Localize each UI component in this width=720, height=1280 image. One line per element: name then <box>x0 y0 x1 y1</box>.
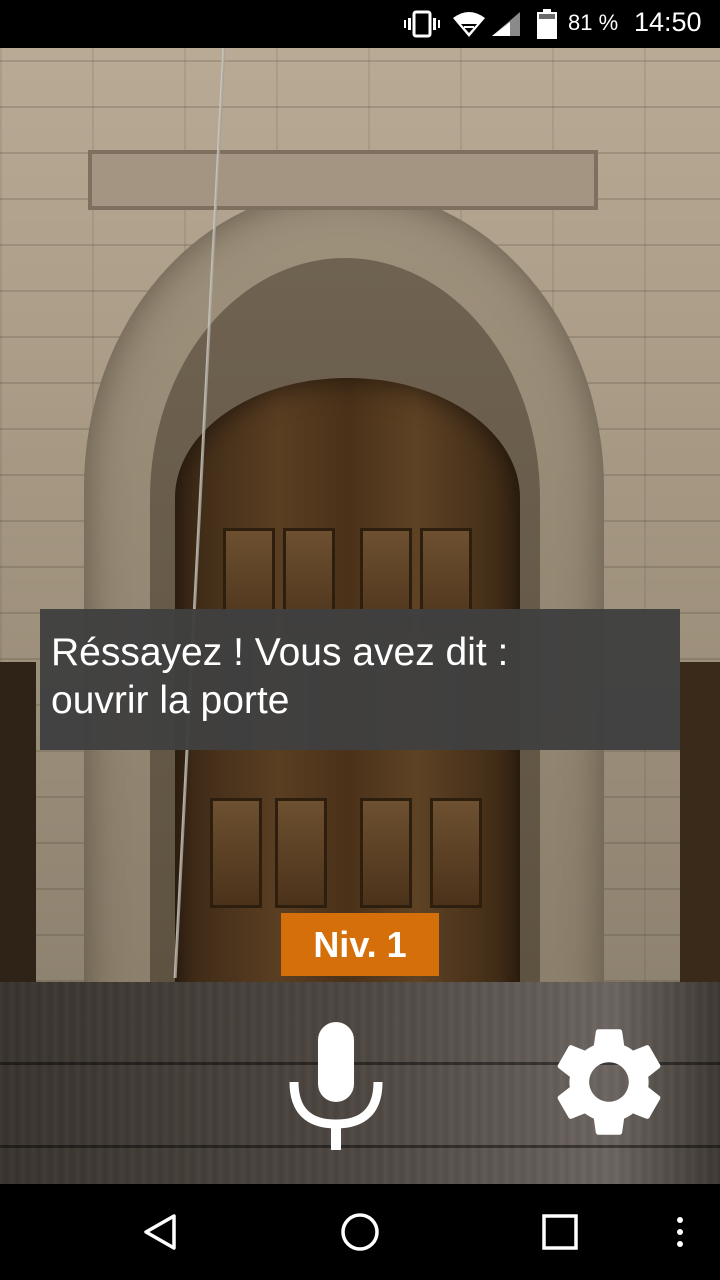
navigation-bar <box>0 1184 720 1280</box>
door-panel <box>360 798 412 908</box>
door-panel <box>275 798 327 908</box>
signal-icon <box>490 0 522 48</box>
message-line-2: ouvrir la porte <box>51 679 290 722</box>
status-bar: 81 % 14:50 <box>0 0 720 48</box>
message-line-1: Réssayez ! Vous avez dit : <box>51 631 509 674</box>
battery-icon <box>536 0 558 48</box>
vibrate-icon <box>404 0 440 48</box>
side-door <box>680 662 720 982</box>
overflow-menu-icon <box>677 1217 683 1247</box>
back-icon <box>144 1214 176 1250</box>
level-badge: Niv. 1 <box>281 913 439 976</box>
speech-result-message: Réssayez ! Vous avez dit : ouvrir la por… <box>40 609 680 750</box>
home-icon <box>341 1213 379 1251</box>
overflow-menu-button[interactable] <box>660 1184 700 1280</box>
castle-door-background <box>0 48 720 982</box>
wifi-icon <box>452 0 486 48</box>
settings-button[interactable] <box>543 1016 675 1148</box>
home-button[interactable] <box>330 1184 390 1280</box>
recent-apps-icon <box>542 1214 578 1250</box>
microphone-icon <box>289 1022 383 1150</box>
door-panel <box>430 798 482 908</box>
control-bar <box>0 982 720 1184</box>
recent-apps-button[interactable] <box>530 1184 590 1280</box>
back-button[interactable] <box>130 1184 190 1280</box>
microphone-button[interactable] <box>286 1020 386 1152</box>
settings-gear-icon <box>557 1029 661 1135</box>
clock: 14:50 <box>634 7 702 37</box>
arch-lintel <box>88 150 598 210</box>
battery-percent: 81 % <box>568 10 619 35</box>
door-panel <box>210 798 262 908</box>
side-door <box>0 662 36 982</box>
